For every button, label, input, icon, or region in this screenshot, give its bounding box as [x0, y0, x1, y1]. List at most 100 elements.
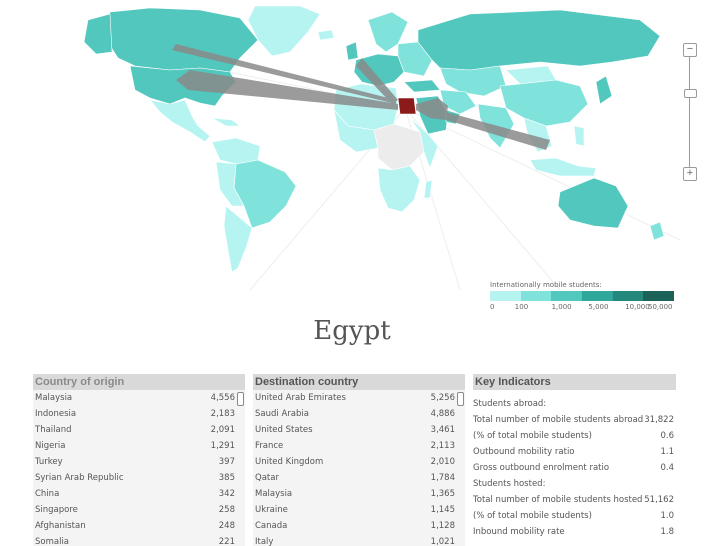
indicator-row-value: 1.8 — [660, 527, 674, 537]
indicator-row-label: Inbound mobility rate — [473, 527, 565, 537]
origin-row[interactable]: Nigeria 1,291 — [33, 438, 245, 454]
indicator-row: Total number of mobile students abroad 31… — [473, 412, 676, 428]
origin-row[interactable]: Indonesia 2,183 — [33, 406, 245, 422]
indicator-row-value: 1.1 — [660, 447, 674, 457]
destination-row-label: United States — [255, 425, 313, 435]
origin-row-value: 385 — [218, 473, 235, 483]
indicator-row: Students abroad: — [473, 396, 676, 412]
origin-row[interactable]: Turkey 397 — [33, 454, 245, 470]
indicator-row: Students hosted: — [473, 476, 676, 492]
destination-row-value: 1,021 — [430, 537, 455, 546]
legend-ticks: 0 100 1,000 5,000 10,000 50,000 — [490, 303, 674, 313]
origin-row-value: 2,183 — [210, 409, 235, 419]
origin-row-label: Indonesia — [35, 409, 77, 419]
destination-panel: Destination country United Arab Emirates… — [253, 374, 465, 546]
origin-list[interactable]: Malaysia 4,556 Indonesia 2,183 Thailand 2,091… — [33, 390, 245, 546]
indicator-row-value: 1.0 — [660, 511, 674, 521]
origin-row-label: Turkey — [35, 457, 63, 467]
origin-row[interactable]: Somalia 221 — [33, 534, 245, 546]
destination-row-label: France — [255, 441, 284, 451]
origin-scrollbar[interactable] — [237, 392, 244, 406]
origin-row-label: Singapore — [35, 505, 78, 515]
destination-row-label: Canada — [255, 521, 288, 531]
legend-tick-label: 50,000 — [648, 303, 673, 311]
destination-row-value: 1,365 — [430, 489, 455, 499]
destination-row[interactable]: Saudi Arabia 4,886 — [253, 406, 465, 422]
destination-row[interactable]: Malaysia 1,365 — [253, 486, 465, 502]
destination-row-value: 1,784 — [430, 473, 455, 483]
egypt-selected[interactable] — [397, 97, 417, 115]
indicator-row: Gross outbound enrolment ratio 0.4 — [473, 460, 676, 476]
indicator-row-label: Students hosted: — [473, 479, 546, 489]
origin-row-value: 258 — [218, 505, 235, 515]
key-indicators-header: Key Indicators — [473, 374, 676, 390]
indicator-row-label: Total number of mobile students abroad — [473, 415, 644, 425]
legend-swatch-0 — [490, 291, 521, 301]
origin-row[interactable]: Afghanistan 248 — [33, 518, 245, 534]
legend-swatch-2 — [551, 291, 583, 301]
origin-row-label: Somalia — [35, 537, 70, 546]
destination-row-value: 1,145 — [430, 505, 455, 515]
indicator-row-value: 51,162 — [644, 495, 674, 505]
origin-row[interactable]: Singapore 258 — [33, 502, 245, 518]
origin-row-value: 1,291 — [210, 441, 235, 451]
origin-row-label: Afghanistan — [35, 521, 86, 531]
legend-swatch-5 — [643, 291, 675, 301]
zoom-in-button[interactable]: − — [683, 43, 697, 57]
indicator-row-value: 0.6 — [660, 431, 674, 441]
zoom-control[interactable]: − + — [683, 43, 697, 181]
indicator-row: Outbound mobility ratio 1.1 — [473, 444, 676, 460]
indicator-row-label: Students abroad: — [473, 399, 547, 409]
indicator-row-label: Gross outbound enrolment ratio — [473, 463, 610, 473]
origin-row-label: Thailand — [35, 425, 72, 435]
map-svg[interactable] — [0, 0, 704, 300]
destination-list[interactable]: United Arab Emirates 5,256 Saudi Arabia 4,8… — [253, 390, 465, 546]
destination-row[interactable]: Ukraine 1,145 — [253, 502, 465, 518]
legend-tick-label: 100 — [514, 303, 529, 311]
indicator-row: (% of total mobile students) 1.0 — [473, 508, 676, 524]
world-map[interactable] — [0, 0, 704, 300]
indicator-row: (% of total mobile students) 0.6 — [473, 428, 676, 444]
origin-row-value: 2,091 — [210, 425, 235, 435]
destination-row-label: Ukraine — [255, 505, 288, 515]
origin-row-value: 4,556 — [210, 393, 235, 403]
origin-row[interactable]: Thailand 2,091 — [33, 422, 245, 438]
origin-row[interactable]: Malaysia 4,556 — [33, 390, 245, 406]
destination-row[interactable]: Canada 1,128 — [253, 518, 465, 534]
origin-row-value: 248 — [218, 521, 235, 531]
origin-row-label: Nigeria — [35, 441, 66, 451]
country-title: Egypt — [313, 316, 391, 346]
destination-row[interactable]: France 2,113 — [253, 438, 465, 454]
origin-panel-header: Country of origin — [33, 374, 245, 390]
destination-row[interactable]: United States 3,461 — [253, 422, 465, 438]
origin-row[interactable]: China 342 — [33, 486, 245, 502]
origin-row[interactable]: Syrian Arab Republic 385 — [33, 470, 245, 486]
zoom-slider-handle[interactable] — [684, 89, 697, 98]
destination-row[interactable]: Italy 1,021 — [253, 534, 465, 546]
destination-row-label: Qatar — [255, 473, 279, 483]
legend-swatch-4 — [612, 291, 644, 301]
destination-row[interactable]: United Kingdom 2,010 — [253, 454, 465, 470]
destination-row[interactable]: United Arab Emirates 5,256 — [253, 390, 465, 406]
destination-row-value: 4,886 — [430, 409, 455, 419]
origin-row-value: 221 — [218, 537, 235, 546]
legend-swatch-1 — [520, 291, 552, 301]
legend-tick-label: 5,000 — [588, 303, 609, 311]
legend-title: Internationally mobile students: — [490, 281, 602, 289]
zoom-out-button[interactable]: + — [683, 167, 697, 181]
destination-panel-header: Destination country — [253, 374, 465, 390]
legend-color-bar — [490, 291, 675, 301]
destination-row-label: Italy — [255, 537, 274, 546]
destination-row[interactable]: Qatar 1,784 — [253, 470, 465, 486]
iceland[interactable] — [317, 29, 335, 41]
indicator-row-value: 0.4 — [660, 463, 674, 473]
destination-row-value: 1,128 — [430, 521, 455, 531]
origin-row-value: 342 — [218, 489, 235, 499]
destination-row-label: United Arab Emirates — [255, 393, 346, 403]
zoom-slider-track[interactable] — [689, 57, 690, 167]
origin-row-label: China — [35, 489, 60, 499]
destination-row-value: 2,113 — [430, 441, 455, 451]
indicator-row-label: (% of total mobile students) — [473, 511, 592, 521]
destination-scrollbar[interactable] — [457, 392, 464, 406]
origin-row-label: Malaysia — [35, 393, 73, 403]
